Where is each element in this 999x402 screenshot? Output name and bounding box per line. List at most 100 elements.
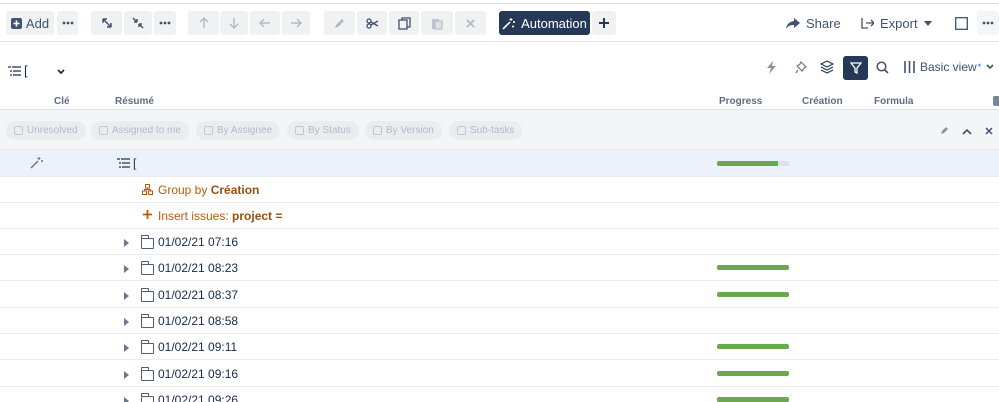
group-generator-prefix: Group by (158, 183, 211, 197)
panel-icon (955, 16, 968, 30)
export-label: Export (880, 15, 918, 31)
column-header-progress[interactable]: Progress (719, 96, 762, 107)
folder-icon (141, 261, 154, 276)
group-row[interactable]: 01/02/21 07:16 (0, 229, 999, 255)
folder-icon (141, 287, 154, 302)
view-selector[interactable]: Basic view * (904, 60, 994, 74)
group-generator-row[interactable]: Group by Création (0, 177, 999, 203)
add-column-icon[interactable] (993, 96, 999, 106)
group-progress-fill (717, 344, 789, 350)
close-icon (466, 18, 475, 28)
group-row-label: 01/02/21 09:11 (158, 340, 238, 355)
move-up-button[interactable] (188, 11, 219, 35)
paste-button[interactable] (421, 11, 453, 35)
delete-button[interactable] (455, 11, 486, 35)
columns-icon (904, 61, 915, 73)
structure-dropdown-button[interactable] (57, 64, 65, 78)
insert-generator-row[interactable]: Insert issues: project = (0, 203, 999, 229)
automation-label: Automation (521, 15, 587, 31)
quick-filter-4[interactable]: By Version (365, 121, 442, 140)
toolbar-more-button[interactable] (977, 11, 999, 35)
panel-toggle-button[interactable] (955, 11, 968, 35)
magic-wand-icon (30, 157, 43, 169)
group-row[interactable]: 01/02/21 08:37 (0, 282, 999, 308)
move-down-button[interactable] (220, 11, 248, 35)
group-row[interactable]: 01/02/21 08:23 (0, 255, 999, 282)
move-left-button[interactable] (250, 11, 280, 35)
group-row[interactable]: 01/02/21 08:58 (0, 308, 999, 334)
structure-selector[interactable]: [ (8, 63, 28, 78)
quick-filter-5[interactable]: Sub-tasks (449, 121, 523, 140)
root-progress-bar (717, 161, 789, 166)
group-progress-bar (717, 396, 789, 402)
edit-filters-button[interactable] (940, 124, 949, 138)
pin-icon (795, 61, 807, 74)
root-row[interactable]: [ (0, 150, 999, 177)
share-button[interactable]: Share (786, 11, 841, 35)
group-generator-text: Group by Création (158, 183, 259, 197)
edit-button[interactable] (324, 11, 355, 35)
share-label: Share (806, 15, 841, 31)
view-modified-marker: * (977, 62, 982, 72)
plus-square-icon (10, 17, 22, 29)
share-icon (786, 17, 800, 29)
expand-chevron-icon[interactable] (124, 370, 129, 379)
expand-chevron-icon[interactable] (124, 239, 129, 247)
chevron-down-icon (57, 69, 65, 75)
expand-all-button[interactable] (91, 11, 122, 35)
group-row[interactable]: 01/02/21 09:11 (0, 334, 999, 361)
caret-down-icon (923, 20, 932, 26)
group-progress-fill (717, 396, 789, 402)
group-row[interactable]: 01/02/21 09:26 (0, 387, 999, 402)
expand-chevron-icon[interactable] (124, 344, 129, 353)
move-right-button[interactable] (282, 11, 310, 35)
collapse-all-button[interactable] (124, 11, 152, 35)
cut-button[interactable] (357, 11, 387, 35)
quick-filter-label: By Status (308, 125, 351, 136)
expand-more-button[interactable] (154, 11, 176, 35)
search-button[interactable] (876, 61, 889, 74)
more-options-button[interactable] (57, 11, 78, 35)
column-header-key[interactable]: Clé (54, 96, 70, 107)
group-progress-fill (717, 370, 789, 376)
unresolved-icon (14, 126, 23, 135)
arrow-right-icon (291, 18, 302, 28)
group-row-label: 01/02/21 07:16 (158, 235, 239, 249)
plus-icon (143, 210, 152, 219)
expand-chevron-icon[interactable] (124, 291, 129, 300)
add-generator-button[interactable] (592, 11, 616, 35)
expand-chevron-icon[interactable] (124, 317, 129, 326)
copy-button[interactable] (389, 11, 419, 35)
filter-button[interactable] (843, 56, 868, 80)
quick-filter-2[interactable]: By Assignee (196, 121, 281, 140)
close-icon (985, 127, 993, 135)
folder-icon (141, 235, 154, 249)
export-button[interactable]: Export (861, 11, 932, 35)
view-selector-label: Basic view (920, 60, 977, 74)
copy-icon (397, 16, 411, 30)
quick-filter-1[interactable]: Assigned to me (91, 121, 189, 140)
column-header-created[interactable]: Création (802, 96, 843, 107)
pin-button[interactable] (795, 61, 807, 74)
expand-chevron-icon[interactable] (124, 396, 129, 402)
group-row-label: 01/02/21 09:26 (158, 392, 239, 402)
group-progress-fill (717, 265, 789, 271)
column-header-formula[interactable]: Formula (874, 96, 913, 107)
structure-icon (8, 65, 21, 76)
close-filters-button[interactable] (985, 124, 993, 138)
chevron-down-icon (986, 64, 994, 70)
hierarchy-icon (373, 126, 382, 135)
add-button[interactable]: Add (6, 11, 54, 35)
quick-filter-3[interactable]: By Status (287, 121, 359, 140)
group-row-label: 01/02/21 08:23 (158, 261, 239, 276)
quick-filter-0[interactable]: Unresolved (6, 121, 86, 140)
automation-button[interactable]: Automation (499, 11, 590, 35)
collapse-filters-button[interactable] (962, 124, 972, 138)
column-header-summary[interactable]: Résumé (115, 96, 154, 107)
folder-icon (141, 392, 154, 402)
layers-button[interactable] (820, 60, 834, 74)
transformations-button[interactable] (766, 61, 777, 74)
quick-filter-label: Unresolved (27, 125, 78, 136)
group-row[interactable]: 01/02/21 09:16 (0, 361, 999, 387)
expand-chevron-icon[interactable] (124, 265, 129, 274)
